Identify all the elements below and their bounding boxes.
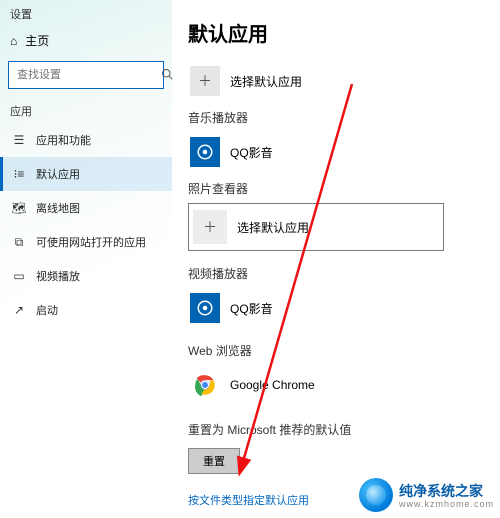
photo-viewer-tile[interactable]: ＋ 选择默认应用 — [188, 203, 444, 251]
sidebar-item-apps-features[interactable]: ☰ 应用和功能 — [0, 123, 172, 157]
sidebar-group-label: 应用 — [0, 99, 172, 123]
section-web-label: Web 浏览器 — [188, 342, 490, 359]
music-app-name: QQ影音 — [230, 144, 273, 161]
sidebar-item-label: 应用和功能 — [36, 132, 91, 148]
sidebar-item-apps-for-websites[interactable]: ⧉ 可使用网站打开的应用 — [0, 225, 172, 259]
main-content: 默认应用 ＋ 选择默认应用 音乐播放器 QQ影音 照片查看器 ＋ 选择默认应用 … — [172, 0, 500, 518]
sidebar-home[interactable]: ⌂ 主页 — [0, 28, 172, 53]
startup-icon: ↗ — [12, 303, 26, 317]
map-icon: 🗺 — [12, 201, 26, 215]
qq-music-icon — [190, 137, 220, 167]
section-photo-label: 照片查看器 — [188, 180, 490, 197]
watermark-brand: 纯净系统之家 — [399, 481, 494, 501]
video-player-tile[interactable]: QQ影音 — [188, 288, 490, 328]
sidebar-item-label: 可使用网站打开的应用 — [36, 234, 146, 250]
sidebar-item-offline-maps[interactable]: 🗺 离线地图 — [0, 191, 172, 225]
watermark-logo-icon — [359, 478, 393, 512]
qq-video-icon — [190, 293, 220, 323]
chrome-icon — [190, 370, 220, 400]
sidebar-item-startup[interactable]: ↗ 启动 — [0, 293, 172, 327]
reset-button[interactable]: 重置 — [188, 448, 240, 474]
home-label: 主页 — [25, 32, 49, 49]
section-video-label: 视频播放器 — [188, 265, 490, 282]
sidebar-item-default-apps[interactable]: ⁝≡ 默认应用 — [0, 157, 172, 191]
search-input[interactable] — [15, 68, 161, 82]
sidebar-item-label: 启动 — [36, 302, 58, 318]
sidebar-item-label: 离线地图 — [36, 200, 80, 216]
watermark-url: www.kzmhome.com — [399, 499, 494, 509]
plus-icon: ＋ — [190, 66, 220, 96]
apps-icon: ☰ — [12, 133, 26, 147]
video-app-name: QQ影音 — [230, 300, 273, 317]
website-icon: ⧉ — [12, 235, 26, 250]
page-title: 默认应用 — [188, 18, 490, 47]
watermark: 纯净系统之家 www.kzmhome.com — [359, 478, 494, 512]
photo-pick-label: 选择默认应用 — [237, 219, 309, 236]
plus-icon: ＋ — [193, 210, 227, 244]
web-app-name: Google Chrome — [230, 378, 315, 392]
video-icon: ▭ — [12, 269, 26, 283]
reset-label: 重置为 Microsoft 推荐的默认值 — [188, 421, 490, 438]
choose-default-apps[interactable]: ＋ 选择默认应用 — [188, 61, 490, 101]
choose-default-label: 选择默认应用 — [230, 73, 302, 90]
web-browser-tile[interactable]: Google Chrome — [188, 365, 490, 405]
music-player-tile[interactable]: QQ影音 — [188, 132, 490, 172]
window-title: 设置 — [0, 0, 172, 28]
search-box[interactable] — [8, 61, 164, 89]
home-icon: ⌂ — [10, 34, 17, 48]
sidebar-item-label: 默认应用 — [36, 166, 80, 182]
sidebar-item-label: 视频播放 — [36, 268, 80, 284]
sidebar: 设置 ⌂ 主页 应用 ☰ 应用和功能 ⁝≡ 默认应用 🗺 离线地图 ⧉ 可使用网… — [0, 0, 172, 518]
sidebar-item-video-playback[interactable]: ▭ 视频播放 — [0, 259, 172, 293]
default-apps-icon: ⁝≡ — [12, 167, 26, 181]
section-music-label: 音乐播放器 — [188, 109, 490, 126]
